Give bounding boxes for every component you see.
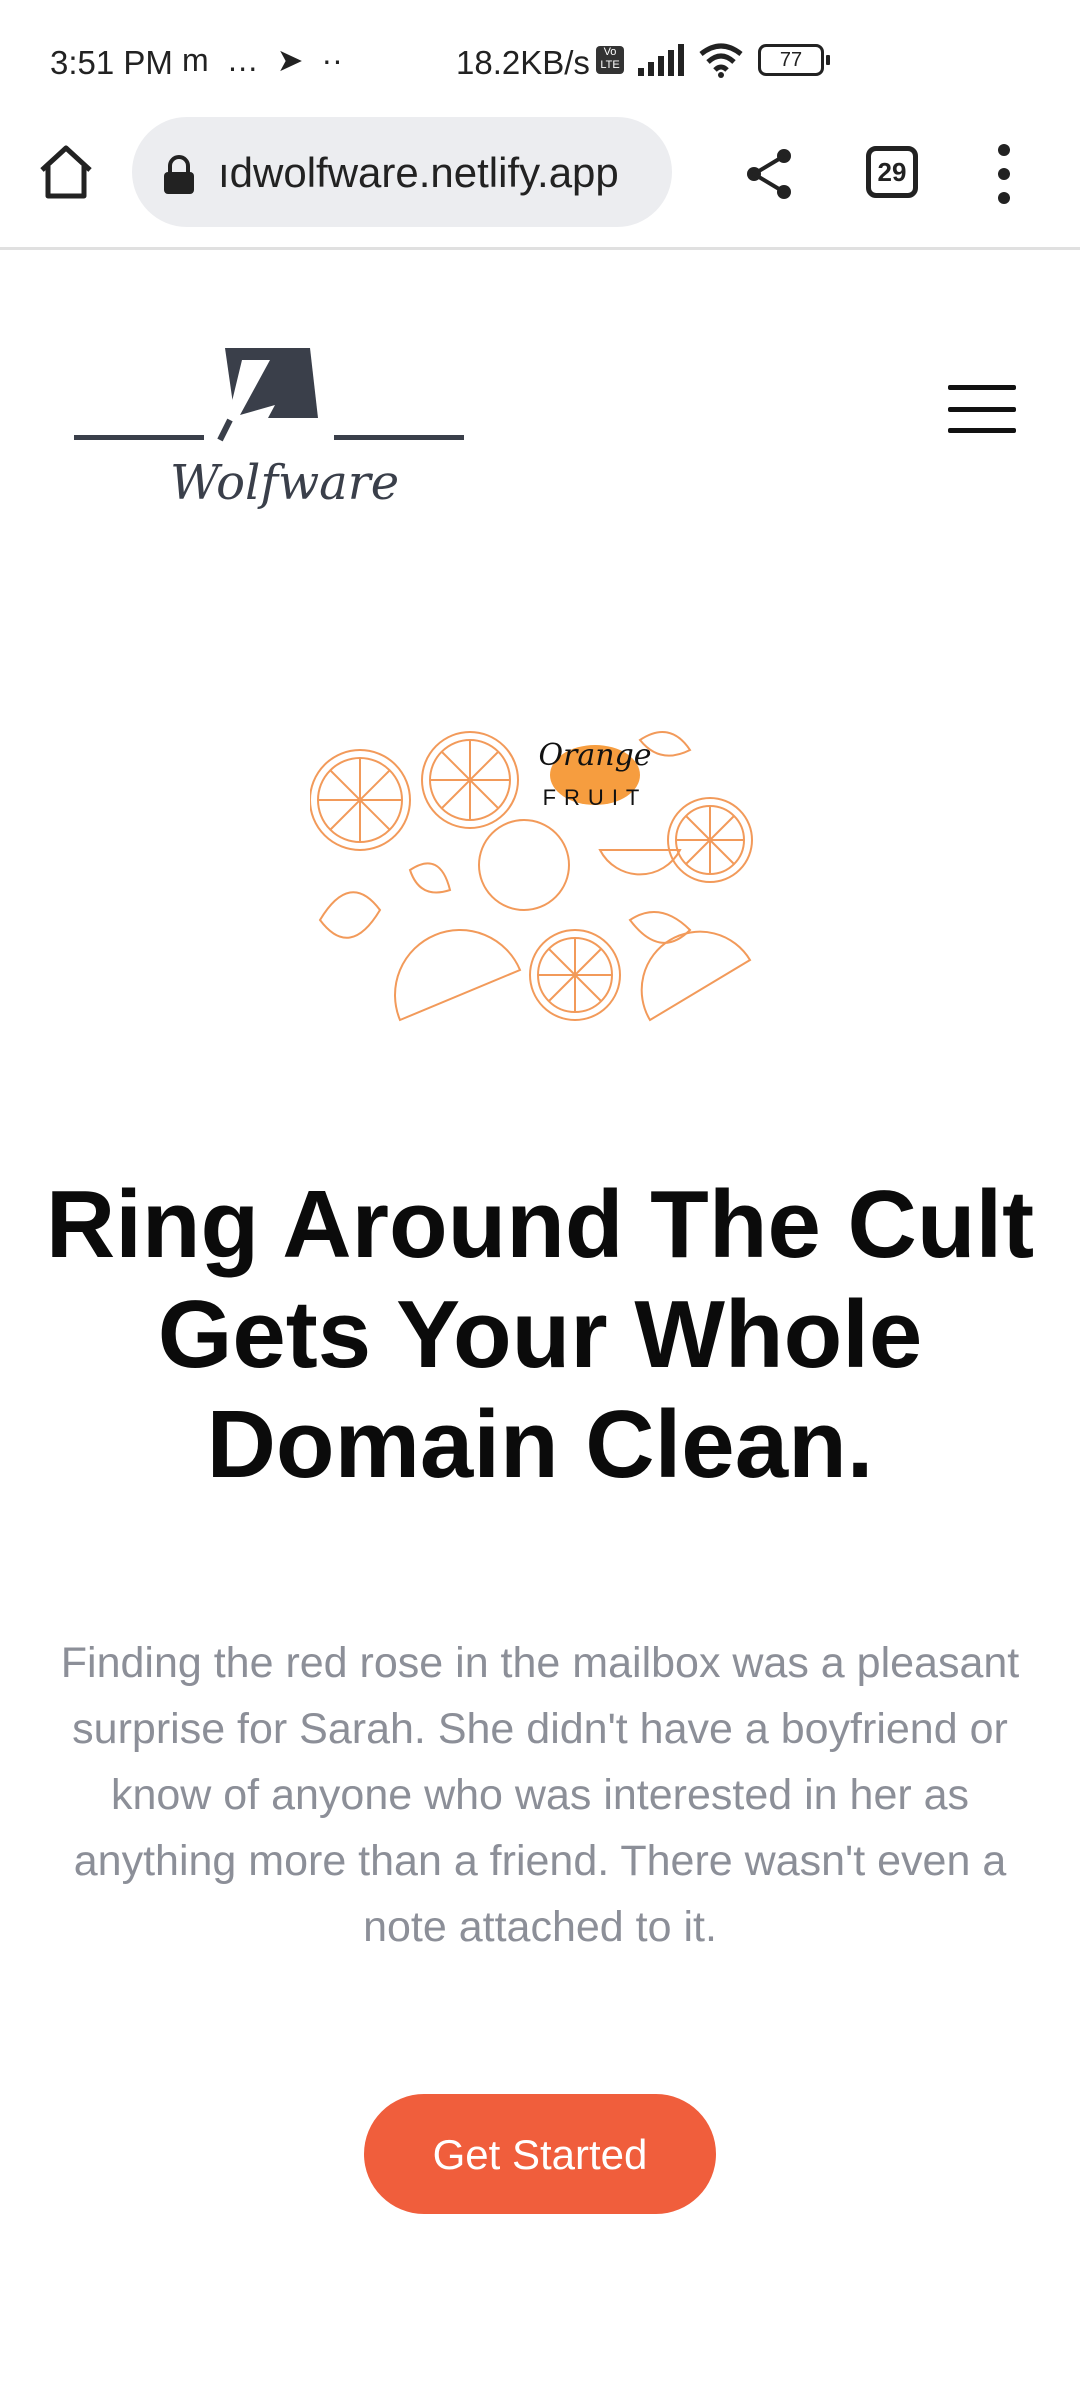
home-icon[interactable] [36, 142, 96, 202]
more-notifications-icon: ·· [321, 42, 343, 78]
volte-icon: Vo LTE [596, 46, 624, 74]
logo-text: Wolfware [170, 455, 400, 511]
battery-level: 77 [758, 44, 824, 76]
status-right-icons: Vo LTE 77 [596, 42, 830, 78]
address-bar[interactable]: ıdwolfware.netlify.app [132, 117, 672, 227]
network-speed: 18.2KB/s [456, 44, 590, 81]
hamburger-menu-icon[interactable] [948, 385, 1016, 433]
wifi-icon [699, 43, 743, 78]
battery-icon: 77 [758, 44, 830, 76]
site-logo[interactable]: Wolfware [70, 340, 470, 530]
browser-menu-icon[interactable] [994, 144, 1014, 204]
orange-fruit-illustration: Orange FRUIT [310, 731, 753, 1022]
get-started-button[interactable]: Get Started [364, 2094, 716, 2214]
logo-mark [74, 348, 464, 442]
hero-headline: Ring Around The Cult Gets Your Whole Dom… [45, 1171, 1035, 1498]
hero-label-orange: Orange [538, 738, 651, 773]
url-text: ıdwolfware.netlify.app [218, 149, 619, 196]
message-icon: … [226, 42, 259, 78]
telegram-icon: ➤ [276, 42, 304, 78]
lock-icon [164, 155, 194, 194]
status-time: 3:51 PM [50, 44, 173, 81]
hero-paragraph: Finding the red rose in the mailbox was … [60, 1639, 1020, 1951]
tab-switcher-button[interactable]: 29 [866, 146, 918, 198]
notification-icons: m … ➤ ·· [182, 44, 343, 76]
share-icon[interactable] [740, 144, 800, 204]
status-bar: 3:51 PM m … ➤ ·· 18.2KB/s Vo LTE 77 [0, 0, 1080, 110]
browser-toolbar: ıdwolfware.netlify.app 29 [0, 110, 1080, 250]
hero-label-fruit: FRUIT [543, 785, 648, 810]
m-app-icon: m [182, 42, 209, 78]
signal-icon [638, 44, 684, 76]
